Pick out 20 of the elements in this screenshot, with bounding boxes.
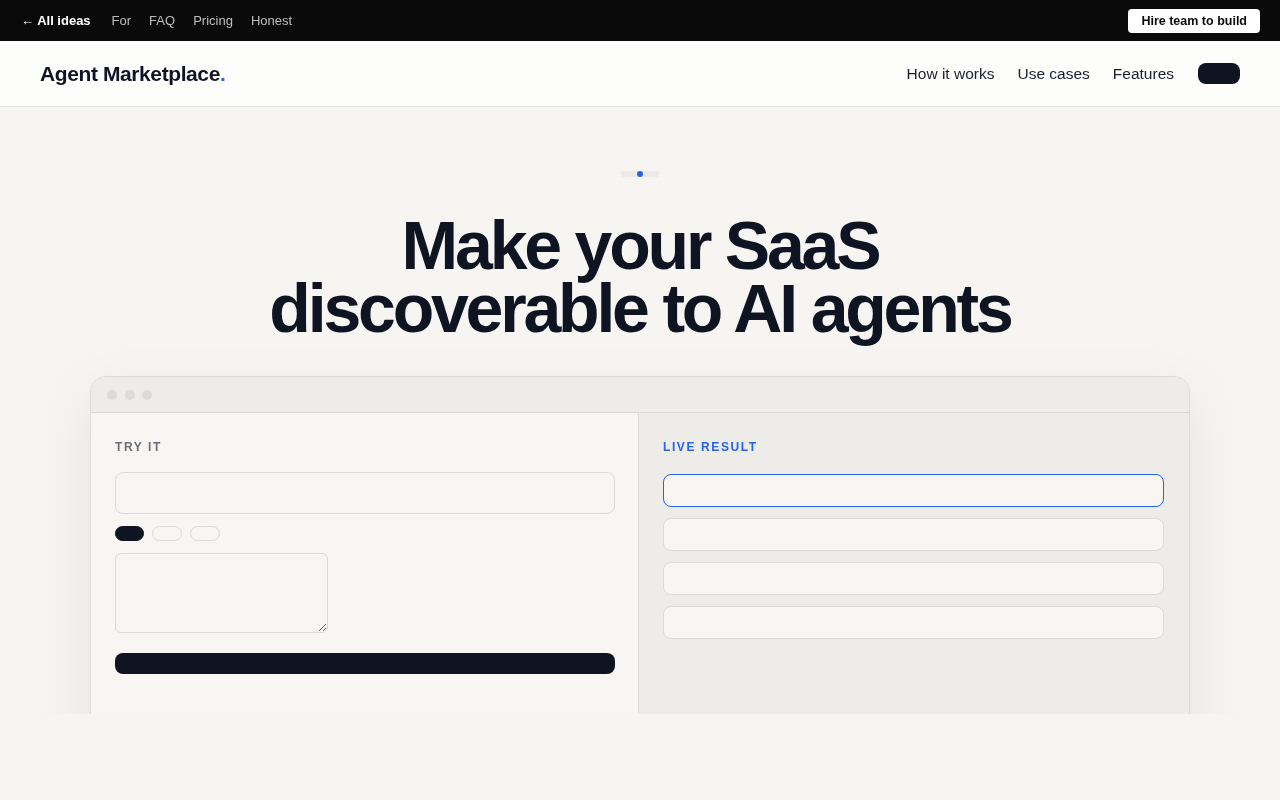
nav-link[interactable]: How it works xyxy=(906,64,995,83)
submit-button[interactable] xyxy=(115,653,615,674)
nav-button[interactable] xyxy=(1198,63,1240,84)
back-link[interactable]: ← All ideas xyxy=(21,13,91,28)
top-nav-link[interactable]: For xyxy=(111,13,132,28)
textarea-field[interactable] xyxy=(115,553,328,633)
top-nav-link[interactable]: Honest xyxy=(250,13,293,28)
hire-team-button[interactable]: Hire team to build xyxy=(1128,8,1260,33)
hero-heading: Make your SaaS discoverable to AI agents xyxy=(268,206,1012,348)
text-input-field[interactable] xyxy=(115,472,615,514)
status-dot-icon xyxy=(637,171,643,177)
nav-link[interactable]: Use cases xyxy=(1017,64,1090,83)
option-chip[interactable] xyxy=(115,526,144,541)
nav-link[interactable]: Features xyxy=(1112,64,1174,83)
logo[interactable]: Agent Marketplace. xyxy=(40,61,226,86)
result-card[interactable] xyxy=(663,474,1164,507)
top-nav-link[interactable]: FAQ xyxy=(149,13,176,28)
section-label: LIVE RESULT xyxy=(663,439,758,455)
section-label: TRY IT xyxy=(115,439,162,455)
top-nav-link[interactable]: Pricing xyxy=(193,13,233,28)
